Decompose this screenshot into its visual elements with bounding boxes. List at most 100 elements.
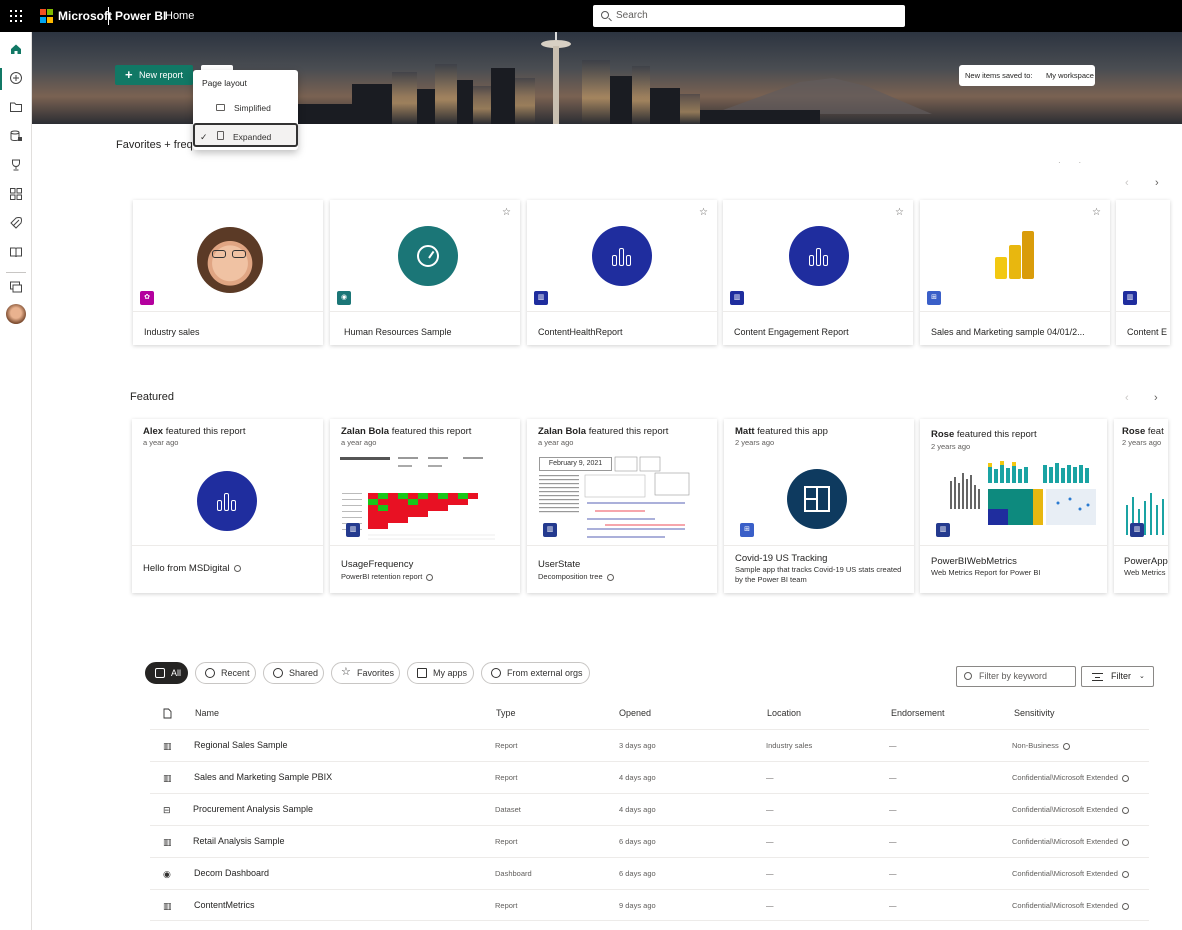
info-icon[interactable] [606,573,614,581]
new-report-label: New report [139,70,184,80]
home-icon[interactable] [9,42,23,56]
featured-author: Zalan Bola [538,426,587,437]
layout-expanded-item[interactable]: ✓ Expanded [193,123,298,147]
more-icon[interactable]: · · [1058,158,1081,167]
info-icon[interactable] [1121,870,1129,878]
card-name: Sales and Marketing sample 04/01/2... [931,327,1085,337]
saved-to-selector[interactable]: New items saved to: My workspace [959,65,1095,86]
favorite-card[interactable]: ☆ ▥ Content Engagement Report [723,200,913,345]
info-icon[interactable] [1121,838,1129,846]
col-type[interactable]: Type [496,708,516,718]
featured-card[interactable]: Zalan Bola featured this report a year a… [330,419,520,593]
featured-name: PowerBIWebMetrics [931,556,1017,567]
col-name[interactable]: Name [195,708,219,718]
table-row[interactable]: ▥ Sales and Marketing Sample PBIX Report… [150,761,1149,793]
account-avatar[interactable] [6,304,26,324]
info-icon[interactable] [1062,742,1070,750]
apps-icon[interactable] [9,187,23,201]
row-opened: 6 days ago [619,869,656,878]
col-location[interactable]: Location [767,708,801,718]
info-icon[interactable] [233,564,241,572]
pill-all[interactable]: All [145,662,188,684]
favorite-card[interactable]: ▥ Content E [1116,200,1170,345]
pill-my-apps[interactable]: My apps [407,662,474,684]
row-name[interactable]: Retail Analysis Sample [193,836,285,846]
row-name[interactable]: Regional Sales Sample [194,740,288,750]
favorites-next-icon[interactable]: › [1155,177,1159,189]
star-icon[interactable]: ☆ [1092,207,1101,218]
featured-name: PowerApp [1124,556,1168,567]
featured-time: a year ago [538,438,574,447]
featured-card[interactable]: Rose feat 2 years ago ▥ PowerApp Web Met… [1114,419,1168,593]
featured-card[interactable]: Alex featured this report a year ago Hel… [132,419,323,593]
featured-card[interactable]: Rose featured this report 2 years ago ▥ … [920,419,1107,593]
info-icon[interactable] [1121,774,1129,782]
row-name[interactable]: ContentMetrics [194,900,255,910]
report-icon [592,226,652,286]
col-opened[interactable]: Opened [619,708,651,718]
report-icon: ▥ [163,901,172,911]
learn-icon[interactable] [9,245,23,259]
info-icon[interactable] [1121,806,1129,814]
filter-button[interactable]: Filter ⌄ [1081,666,1154,687]
row-sensitivity: Confidential\Microsoft Extended [1012,901,1118,910]
featured-author: Rose [1122,426,1146,437]
layout-simplified-item[interactable]: Simplified [194,96,297,120]
favorite-card[interactable]: ✿ Industry sales [133,200,323,345]
table-row[interactable]: ⊟ Procurement Analysis Sample Dataset 4 … [150,793,1149,825]
breadcrumb-home: Home [165,10,195,22]
report-badge-icon: ▥ [730,291,744,305]
workspaces-icon[interactable] [9,280,23,294]
col-sensitivity[interactable]: Sensitivity [1014,708,1055,718]
goals-icon[interactable] [9,158,23,172]
favorite-card[interactable]: ☆ ▥ ContentHealthReport [527,200,717,345]
featured-card[interactable]: Zalan Bola featured this report a year a… [527,419,717,593]
col-endorsement[interactable]: Endorsement [891,708,945,718]
pill-shared[interactable]: Shared [263,662,324,684]
report-icon [789,226,849,286]
people-icon [273,668,283,678]
report-thumbnail [338,455,495,541]
row-location[interactable]: Industry sales [766,741,812,750]
pill-recent[interactable]: Recent [195,662,256,684]
new-report-button[interactable]: + New report [115,65,193,85]
star-icon[interactable]: ☆ [502,207,511,218]
favorites-prev-icon[interactable]: ‹ [1125,177,1129,189]
featured-card[interactable]: Matt featured this app 2 years ago ⊞ Cov… [724,419,914,593]
featured-time: 2 years ago [735,438,775,447]
row-location: — [766,869,774,878]
row-sensitivity: Non-Business [1012,741,1059,750]
create-icon[interactable] [9,71,23,85]
saved-to-label: New items saved to: [965,71,1033,80]
deployment-icon[interactable] [9,216,23,230]
browse-icon[interactable] [9,100,23,114]
card-name: Human Resources Sample [344,327,452,337]
featured-next-icon[interactable]: › [1154,392,1158,404]
featured-name: Covid-19 US Tracking [735,553,828,564]
table-row[interactable]: ▥ Retail Analysis Sample Report 6 days a… [150,825,1149,857]
row-type: Dashboard [495,869,532,878]
pill-external-orgs[interactable]: From external orgs [481,662,590,684]
star-icon[interactable]: ☆ [699,207,708,218]
favorite-card[interactable]: ☆ ◉ Human Resources Sample [330,200,520,345]
apps-icon [417,668,427,678]
row-name[interactable]: Decom Dashboard [194,868,269,878]
app-launcher-icon[interactable] [10,10,22,22]
info-icon[interactable] [1121,902,1129,910]
table-row[interactable]: ◉ Decom Dashboard Dashboard 6 days ago —… [150,857,1149,889]
report-badge-icon: ▥ [1130,523,1144,537]
info-icon[interactable] [426,573,434,581]
favorite-card[interactable]: ☆ ⊞ Sales and Marketing sample 04/01/2..… [920,200,1110,345]
featured-prev-icon[interactable]: ‹ [1125,392,1129,404]
table-row[interactable]: ▥ ContentMetrics Report 9 days ago — — C… [150,889,1149,921]
product-name[interactable]: Power BI [115,9,166,23]
filter-keyword-input[interactable]: Filter by keyword [956,666,1076,687]
pill-favorites[interactable]: ☆ Favorites [331,662,400,684]
onelake-icon[interactable] [9,129,23,143]
row-name[interactable]: Procurement Analysis Sample [193,804,313,814]
table-row[interactable]: ▥ Regional Sales Sample Report 3 days ag… [150,729,1149,761]
search-input[interactable]: Search [593,5,905,27]
row-name[interactable]: Sales and Marketing Sample PBIX [194,772,332,782]
star-icon[interactable]: ☆ [895,207,904,218]
featured-time: a year ago [143,438,179,447]
